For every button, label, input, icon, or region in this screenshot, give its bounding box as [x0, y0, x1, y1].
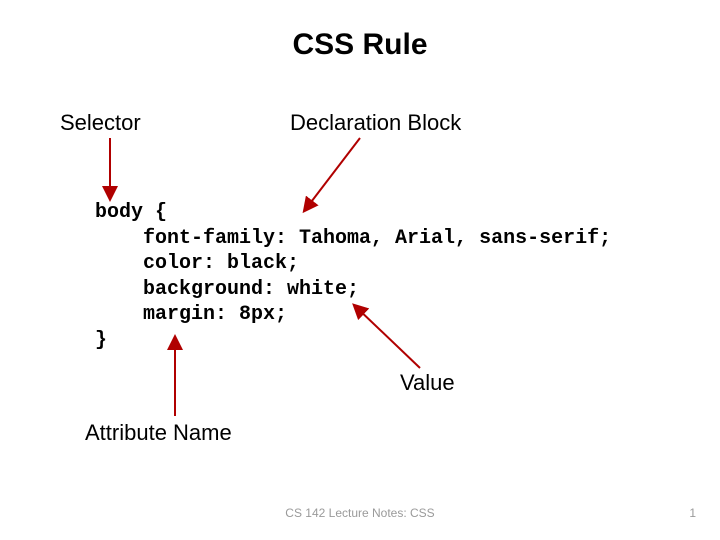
- label-declaration-block: Declaration Block: [290, 110, 461, 136]
- code-line-3: color: black;: [95, 252, 299, 275]
- page-title: CSS Rule: [0, 28, 720, 62]
- code-line-2: font-family: Tahoma, Arial, sans-serif;: [95, 227, 611, 250]
- label-attribute-name: Attribute Name: [85, 420, 232, 446]
- code-line-5: margin: 8px;: [95, 303, 287, 326]
- code-line-6: }: [95, 329, 107, 352]
- label-selector: Selector: [60, 110, 141, 136]
- footer-text: CS 142 Lecture Notes: CSS: [0, 506, 720, 520]
- code-line-1: body {: [95, 201, 167, 224]
- slide: CSS Rule Selector Declaration Block Valu…: [0, 0, 720, 540]
- code-line-4: background: white;: [95, 278, 359, 301]
- page-number: 1: [689, 506, 696, 520]
- code-block: body { font-family: Tahoma, Arial, sans-…: [95, 200, 611, 354]
- label-value: Value: [400, 370, 455, 396]
